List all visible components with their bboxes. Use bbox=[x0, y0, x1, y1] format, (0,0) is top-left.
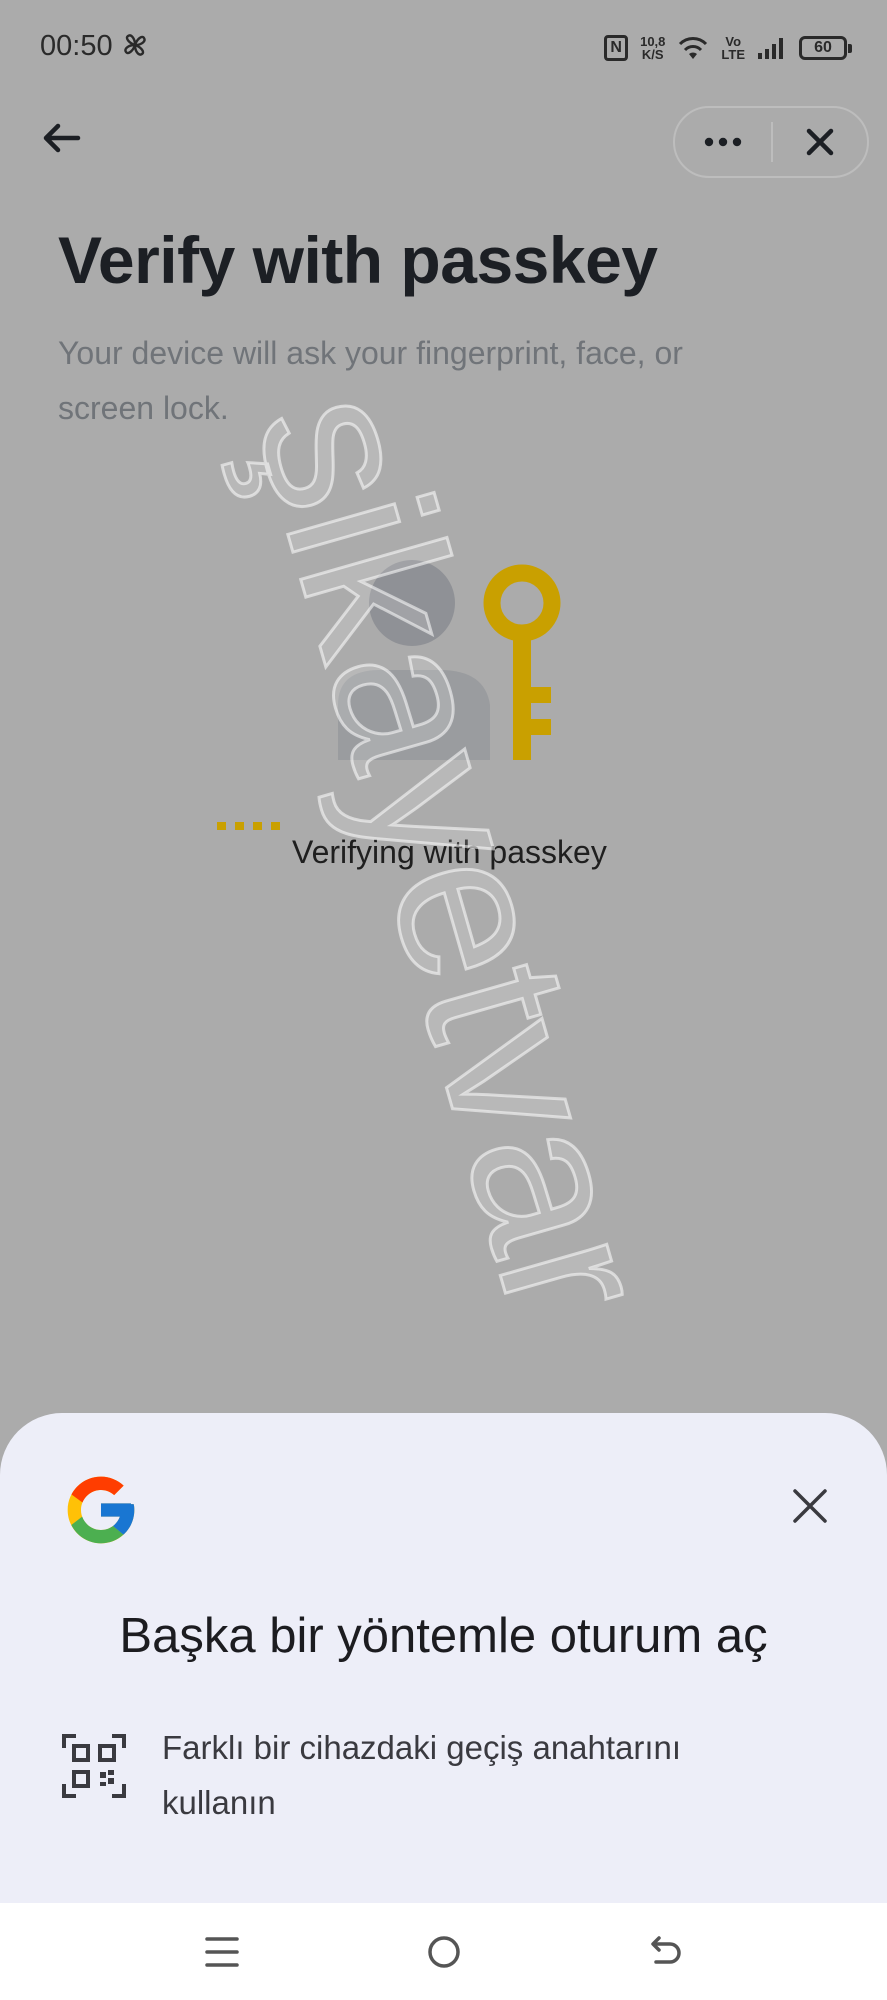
passkey-verification-screen: 00:50 N 10,8 K/S Vo LTE 60 Verify with p… bbox=[0, 0, 887, 2000]
passkey-illustration bbox=[338, 560, 561, 760]
home-icon bbox=[428, 1936, 460, 1968]
page-title: Verify with passkey bbox=[58, 223, 658, 297]
home-button[interactable] bbox=[414, 1925, 474, 1979]
network-speed: 10,8 K/S bbox=[640, 35, 665, 61]
more-button[interactable] bbox=[675, 108, 771, 176]
status-icons: N 10,8 K/S Vo LTE 60 bbox=[604, 28, 852, 68]
system-nav-bar bbox=[0, 1903, 887, 2000]
google-logo-icon bbox=[67, 1476, 135, 1544]
status-time: 00:50 bbox=[40, 30, 113, 62]
fan-icon bbox=[124, 34, 146, 56]
qr-code-icon bbox=[62, 1734, 126, 1798]
signal-icon bbox=[758, 38, 783, 59]
close-icon bbox=[806, 128, 834, 156]
more-horizontal-icon bbox=[704, 137, 742, 147]
loading-dots bbox=[217, 822, 280, 830]
close-icon bbox=[793, 1489, 827, 1523]
use-passkey-other-device-option[interactable]: Farklı bir cihazdaki geçiş anahtarını ku… bbox=[58, 1720, 838, 1830]
network-speed-unit: K/S bbox=[641, 47, 664, 62]
wifi-icon bbox=[679, 37, 708, 59]
menu-icon bbox=[205, 1937, 239, 1967]
page-subtitle: Your device will ask your fingerprint, f… bbox=[58, 335, 683, 426]
verifying-status: Verifying with passkey bbox=[292, 834, 607, 870]
header-actions bbox=[673, 106, 869, 178]
nfc-icon: N bbox=[604, 35, 629, 61]
user-icon bbox=[338, 560, 490, 760]
back-icon bbox=[651, 1936, 681, 1964]
back-button[interactable] bbox=[36, 112, 88, 164]
volte-bottom: LTE bbox=[721, 47, 745, 62]
close-button[interactable] bbox=[773, 108, 867, 176]
battery-icon: 60 bbox=[799, 36, 852, 60]
sheet-title: Başka bir yöntemle oturum aç bbox=[119, 1609, 768, 1663]
status-bar: 00:50 N 10,8 K/S Vo LTE 60 bbox=[0, 0, 887, 96]
key-icon bbox=[483, 564, 561, 760]
battery-level: 60 bbox=[814, 39, 832, 56]
sheet-close-button[interactable] bbox=[788, 1484, 832, 1528]
volte-indicator: Vo LTE bbox=[721, 35, 745, 61]
back-nav-button[interactable] bbox=[636, 1925, 696, 1979]
arrow-left-icon bbox=[43, 123, 81, 153]
recent-apps-button[interactable] bbox=[192, 1925, 252, 1979]
option-label: Farklı bir cihazdaki geçiş anahtarını ku… bbox=[162, 1729, 682, 1821]
